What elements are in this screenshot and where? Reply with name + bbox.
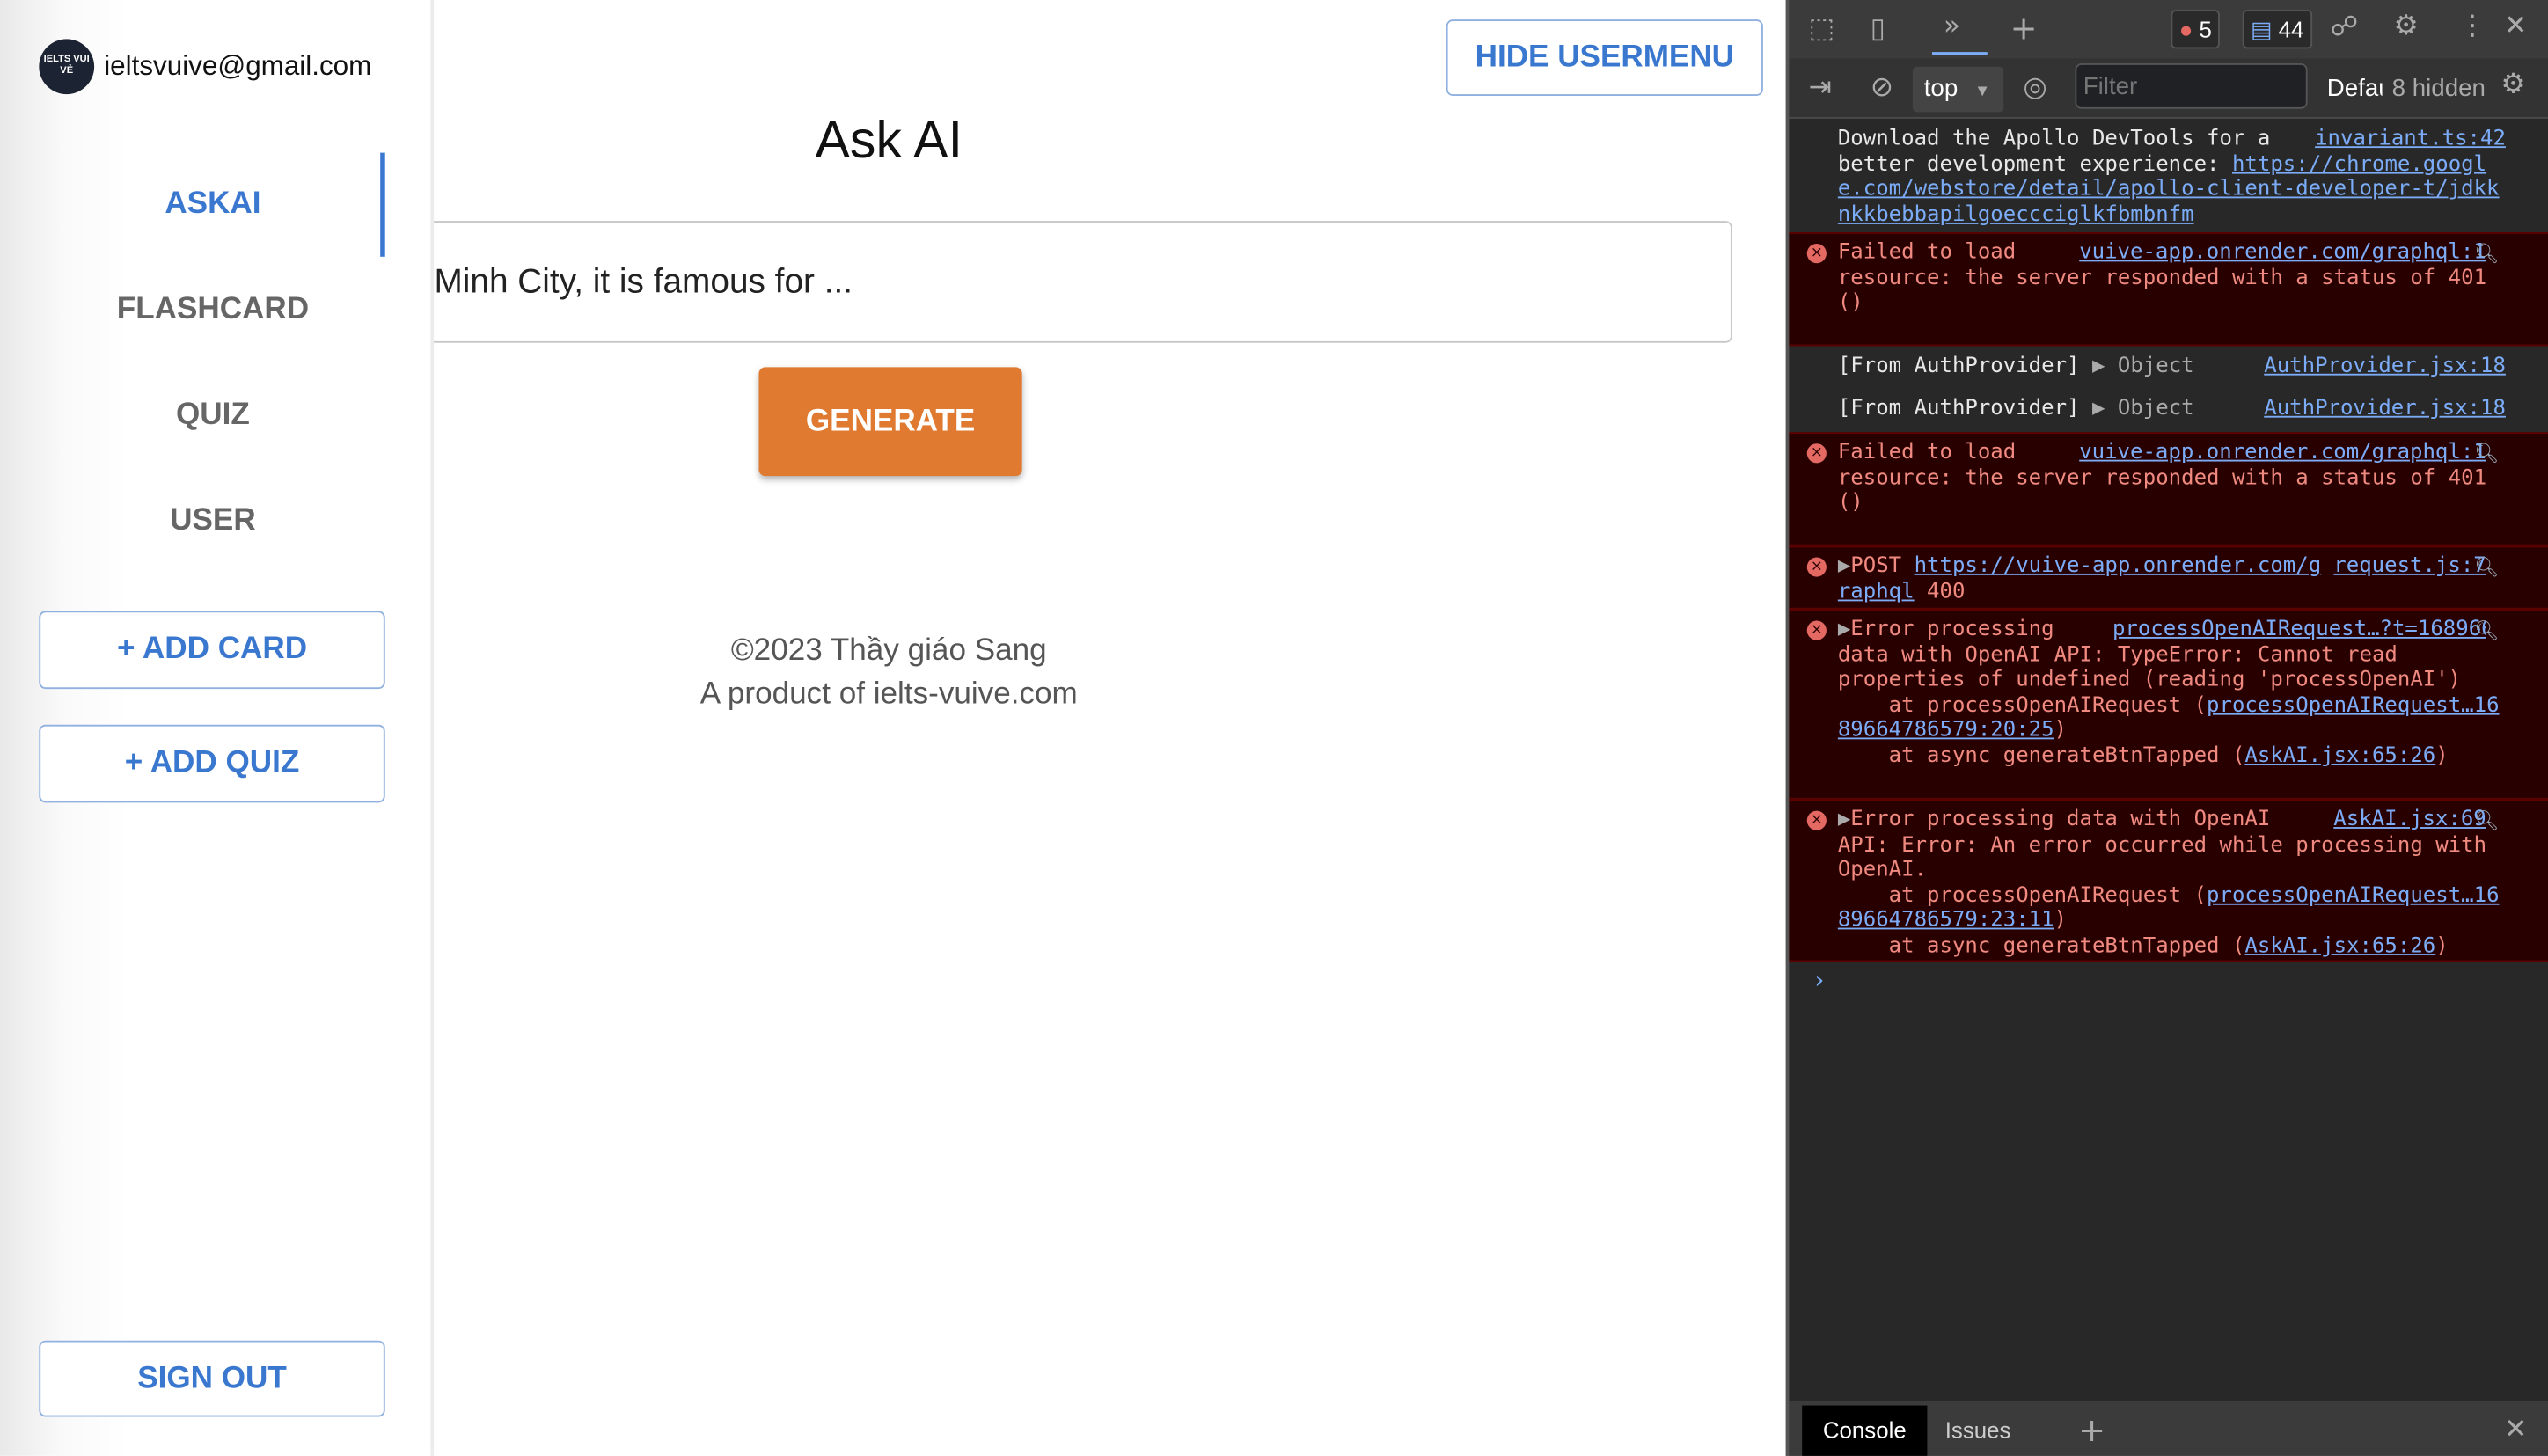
nav-user[interactable]: USER bbox=[0, 504, 426, 540]
message-text: POST bbox=[1850, 553, 1915, 579]
stack-frame: at async generateBtnTapped ( bbox=[1837, 933, 2245, 959]
product-credit: A product of ielts-vuive.com bbox=[699, 677, 1078, 712]
search-icon[interactable]: 🔍︎ bbox=[2474, 809, 2499, 835]
active-indicator bbox=[380, 152, 385, 257]
error-badge[interactable]: ● 5 bbox=[2171, 10, 2221, 49]
source-link[interactable]: processOpenAIRequest…?t=1689664786579:22 bbox=[2112, 618, 2486, 643]
console-error: × 🔍︎ processOpenAIRequest…?t=168966478657… bbox=[1789, 609, 2548, 800]
console-message: invariant.ts:42 Download the Apollo DevTo… bbox=[1789, 127, 2548, 228]
dropdown-icon: ▼ bbox=[1974, 83, 1991, 101]
console-error: × 🔍︎ AskAI.jsx:69 ▶Error processing data w… bbox=[1789, 799, 2548, 962]
console-error: × 🔍︎ vuive-app.onrender.com/graphql:1 Fail… bbox=[1789, 232, 2548, 347]
source-link[interactable]: AskAI.jsx:69 bbox=[2333, 808, 2486, 833]
network-search-icon[interactable]: 🔍︎ bbox=[2474, 242, 2499, 267]
console-error: × 🔍︎ request.js:7 ▶POST https://vuive-app.… bbox=[1789, 545, 2548, 610]
search-icon[interactable]: 🔍︎ bbox=[2474, 619, 2499, 645]
message-badge[interactable]: ▤ 44 bbox=[2242, 10, 2312, 49]
network-search-icon[interactable]: 🔍︎ bbox=[2474, 442, 2499, 467]
network-search-icon[interactable]: 🔍︎ bbox=[2474, 556, 2499, 582]
expand-icon[interactable]: ▶ bbox=[1838, 808, 1850, 832]
message-count: 44 bbox=[2278, 16, 2304, 43]
source-link[interactable]: vuive-app.onrender.com/graphql:1 bbox=[2079, 240, 2486, 266]
error-icon: × bbox=[1806, 620, 1827, 640]
stack-link[interactable]: AskAI.jsx:65:26 bbox=[2244, 934, 2435, 959]
status-code: 400 bbox=[1914, 579, 1966, 604]
message-text: Download the Apollo DevTools for a bette… bbox=[1837, 127, 2271, 177]
console-message: AuthProvider.jsx:18 [From AuthProvider] ▶… bbox=[1789, 397, 2548, 433]
filter-input[interactable] bbox=[2075, 63, 2308, 109]
sidebar: IELTS VUI VẺ ieltsvuive@gmail.com ASKAI … bbox=[0, 0, 435, 1456]
message-icon: ▤ bbox=[2250, 16, 2273, 43]
error-count: 5 bbox=[2199, 16, 2212, 43]
sign-out-button[interactable]: SIGN OUT bbox=[39, 1340, 385, 1417]
console-toolbar: ⇥ ⊘ top ▼ ◎ Defau 8 hidden ⚙ bbox=[1789, 58, 2548, 119]
active-tab-indicator bbox=[1931, 52, 1988, 55]
expand-icon[interactable]: ▶ bbox=[1838, 618, 1850, 642]
console-error: × 🔍︎ vuive-app.onrender.com/graphql:1 Fail… bbox=[1789, 432, 2548, 546]
console-settings-icon[interactable]: ⚙ bbox=[2500, 69, 2525, 101]
add-drawer-tab-icon[interactable]: + bbox=[2078, 1410, 2105, 1449]
error-icon: ● bbox=[2178, 16, 2193, 43]
devtools-toolbar: ⬚ ▯ » + ● 5 ▤ 44 ☍ ⚙ ⋮ ✕ bbox=[1789, 0, 2548, 59]
source-link[interactable]: invariant.ts:42 bbox=[2315, 127, 2506, 152]
copyright: ©2023 Thầy giáo Sang bbox=[730, 633, 1047, 669]
error-icon: × bbox=[1806, 443, 1827, 464]
close-drawer-icon[interactable]: ✕ bbox=[2504, 1414, 2527, 1446]
log-levels-dropdown[interactable]: Defau bbox=[2327, 75, 2383, 102]
stack-frame: at async generateBtnTapped ( bbox=[1837, 743, 2245, 769]
sidebar-toggle-icon[interactable]: ⇥ bbox=[1809, 71, 1832, 104]
page-title: Ask AI bbox=[815, 110, 963, 170]
source-link[interactable]: AuthProvider.jsx:18 bbox=[2264, 397, 2506, 422]
object-label: Object bbox=[2117, 354, 2194, 379]
clear-console-icon[interactable]: ⊘ bbox=[1871, 71, 1893, 104]
message-text: [From AuthProvider] bbox=[1837, 354, 2080, 379]
tab-console[interactable]: Console bbox=[1802, 1405, 1928, 1456]
device-toolbar-icon[interactable]: ▯ bbox=[1871, 13, 1885, 46]
expand-object[interactable]: ▶ Object bbox=[2092, 397, 2194, 421]
feedback-icon[interactable]: ☍ bbox=[2330, 11, 2358, 44]
context-select[interactable]: top ▼ bbox=[1912, 66, 2004, 113]
user-email: ieltsvuive@gmail.com bbox=[104, 50, 372, 82]
hidden-count: 8 hidden bbox=[2391, 74, 2486, 103]
context-value: top bbox=[1923, 74, 1959, 103]
close-icon[interactable]: ✕ bbox=[2504, 10, 2527, 42]
source-link[interactable]: request.js:7 bbox=[2333, 554, 2486, 580]
error-icon: × bbox=[1806, 557, 1827, 577]
message-text: [From AuthProvider] bbox=[1837, 396, 2080, 421]
source-link[interactable]: vuive-app.onrender.com/graphql:1 bbox=[2079, 441, 2486, 466]
add-quiz-button[interactable]: + ADD QUIZ bbox=[39, 724, 385, 803]
add-tab-icon[interactable]: + bbox=[2010, 8, 2038, 47]
nav-quiz[interactable]: QUIZ bbox=[0, 398, 426, 434]
error-icon: × bbox=[1806, 810, 1827, 830]
logo-text: IELTS VUI VẺ bbox=[43, 55, 90, 77]
stack-frame: at processOpenAIRequest ( bbox=[1837, 693, 2208, 718]
console-message: AuthProvider.jsx:18 [From AuthProvider] ▶… bbox=[1789, 355, 2548, 391]
stack-link[interactable]: AskAI.jsx:65:26 bbox=[2244, 744, 2435, 769]
error-icon: × bbox=[1806, 244, 1827, 264]
settings-icon[interactable]: ⚙ bbox=[2393, 10, 2418, 42]
drawer-tabs: Console Issues + ✕ bbox=[1789, 1401, 2548, 1456]
expand-icon[interactable]: ▶ bbox=[1838, 554, 1850, 579]
app-page: hi Minh City, it is famous for ... IELTS… bbox=[0, 0, 1786, 1456]
add-card-button[interactable]: + ADD CARD bbox=[39, 611, 385, 690]
live-expression-icon[interactable]: ◎ bbox=[2023, 71, 2046, 104]
avatar: IELTS VUI VẺ bbox=[39, 39, 95, 95]
inspect-icon[interactable]: ⬚ bbox=[1809, 13, 1835, 46]
stack-frame: at processOpenAIRequest ( bbox=[1837, 883, 2208, 909]
nav-flashcard[interactable]: FLASHCARD bbox=[0, 292, 426, 328]
expand-object[interactable]: ▶ Object bbox=[2092, 355, 2194, 379]
source-link[interactable]: AuthProvider.jsx:18 bbox=[2264, 355, 2506, 380]
tab-issues[interactable]: Issues bbox=[1945, 1406, 2011, 1456]
nav-askai[interactable]: ASKAI bbox=[0, 187, 426, 223]
hide-usermenu-button[interactable]: HIDE USERMENU bbox=[1446, 19, 1763, 96]
object-label: Object bbox=[2117, 396, 2194, 421]
devtools-panel: ⬚ ▯ » + ● 5 ▤ 44 ☍ ⚙ ⋮ ✕ ⇥ ⊘ top ▼ ◎ Def… bbox=[1785, 0, 2548, 1456]
generate-button[interactable]: GENERATE bbox=[758, 367, 1022, 477]
more-options-icon[interactable]: ⋮ bbox=[2458, 10, 2486, 42]
console-prompt[interactable]: › bbox=[1812, 965, 1827, 994]
more-tabs-icon[interactable]: » bbox=[1944, 10, 1960, 42]
